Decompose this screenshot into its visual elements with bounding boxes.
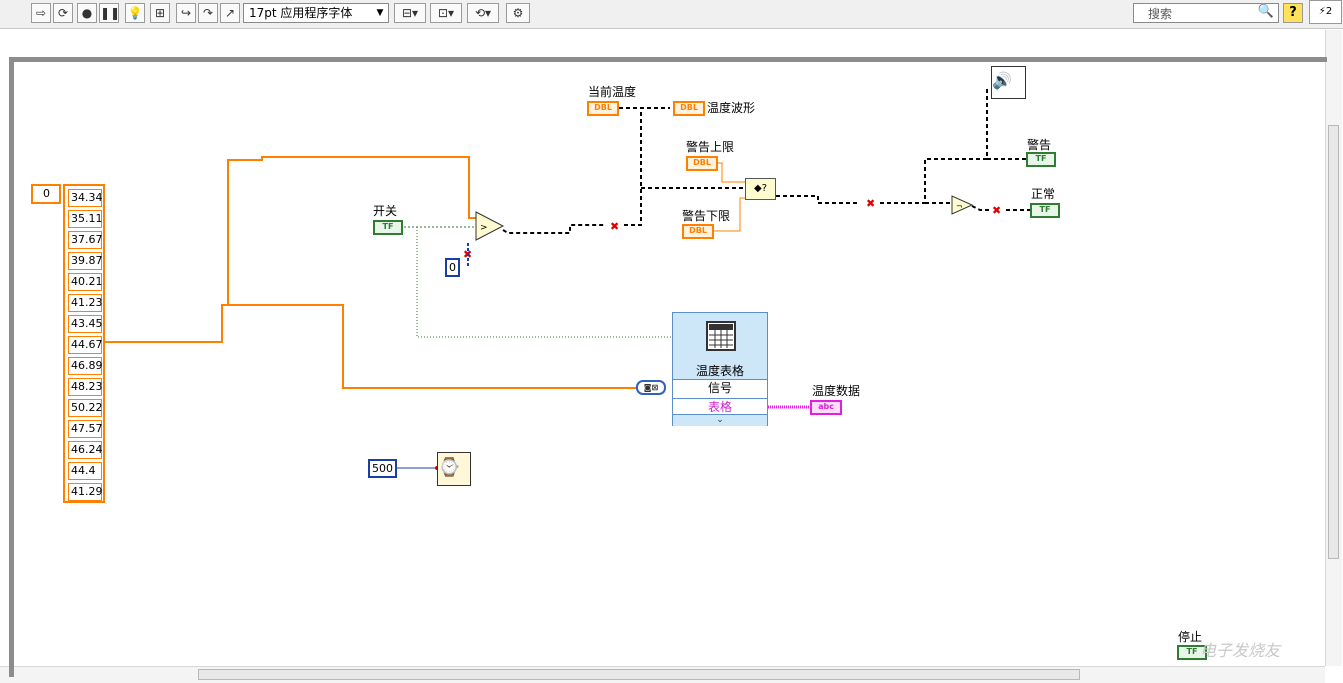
table-vi-title: 温度表格	[695, 364, 744, 378]
zero-constant[interactable]: 0	[445, 258, 460, 277]
array-cell[interactable]: 39.87	[68, 252, 103, 270]
svg-text:✖: ✖	[866, 197, 875, 210]
lower-limit-terminal[interactable]: DBL	[682, 224, 714, 239]
warning-terminal[interactable]: TF	[1026, 152, 1056, 167]
svg-text:✖: ✖	[610, 220, 619, 233]
wires-layer: ✖ ✖ ✖ ✖ > ¬	[105, 89, 1030, 470]
array-cell[interactable]: 35.11	[68, 210, 103, 228]
switch-label: 开关	[373, 204, 398, 218]
error-x-icon: ✖	[992, 204, 1001, 217]
array-cell[interactable]: 34.34	[68, 189, 103, 207]
broken-wire-2	[624, 107, 670, 226]
array-cell[interactable]: 41.29	[68, 483, 103, 501]
array-cell[interactable]: 43.45	[68, 315, 103, 333]
broken-wire-5	[776, 195, 860, 204]
array-cell[interactable]: 48.23	[68, 378, 103, 396]
temp-data-terminal[interactable]: abc	[810, 400, 842, 415]
in-range-icon: ◆?	[754, 183, 767, 194]
vertical-scrollbar[interactable]	[1325, 30, 1342, 666]
upper-limit-label: 警告上限	[686, 140, 735, 154]
array-cell[interactable]: 44.4	[68, 462, 102, 480]
temp-data-label: 温度数据	[812, 384, 861, 398]
speaker-icon: 🔊	[992, 71, 1012, 90]
array-cell[interactable]: 47.57	[68, 420, 103, 438]
normal-terminal[interactable]: TF	[1030, 203, 1060, 218]
array-cell[interactable]: 46.89	[68, 357, 103, 375]
greater-than-icon: >	[480, 223, 488, 233]
array-cell[interactable]: 46.24	[68, 441, 103, 459]
sound-vi-node[interactable]: 🔊	[991, 66, 1026, 99]
normal-label: 正常	[1031, 187, 1056, 201]
warning-label: 警告	[1027, 138, 1052, 152]
array-cell[interactable]: 37.67	[68, 231, 103, 249]
upper-limit-wire	[718, 162, 745, 183]
upper-limit-terminal[interactable]: DBL	[686, 156, 718, 171]
array-wire-branch	[228, 304, 636, 389]
current-temp-terminal[interactable]: DBL	[587, 101, 619, 116]
vertical-scroll-thumb[interactable]	[1328, 125, 1339, 559]
svg-text:✖: ✖	[992, 204, 1001, 217]
watermark: 电子发烧友	[1200, 641, 1281, 660]
array-index-display[interactable]: 0	[31, 184, 61, 204]
temp-waveform-terminal[interactable]: DBL	[673, 101, 705, 116]
clock-icon: ⌚	[438, 457, 461, 478]
array-cell[interactable]: 50.22	[68, 399, 103, 417]
broken-wire-1	[502, 224, 604, 234]
array-cell[interactable]: 44.67	[68, 336, 103, 354]
error-x-icon: ✖	[866, 197, 875, 210]
signal-input-row[interactable]: 信号	[673, 379, 767, 398]
array-cell[interactable]: 40.21	[68, 273, 103, 291]
in-range-node[interactable]: ◆?	[745, 178, 776, 200]
broken-wire-6	[880, 89, 993, 204]
array-constant[interactable]: 34.34 35.11 37.67 39.87 40.21 41.23 43.4…	[63, 184, 105, 503]
dynamic-data-terminal: ◙⊠	[636, 380, 666, 395]
stop-label: 停止	[1178, 630, 1203, 644]
lower-limit-label: 警告下限	[682, 209, 731, 223]
not-gate-icon: ¬	[956, 202, 963, 211]
wait-ms-constant[interactable]: 500	[368, 459, 397, 478]
build-table-express-vi[interactable]: 温度表格 信号 表格 ⌄	[672, 312, 768, 426]
array-cell[interactable]: 41.23	[68, 294, 103, 312]
current-temp-label: 当前温度	[588, 85, 637, 99]
array-wire	[105, 156, 476, 343]
broken-wire-9	[971, 205, 990, 211]
expand-chevron-icon[interactable]: ⌄	[673, 414, 767, 426]
error-x-icon: ✖	[610, 220, 619, 233]
wait-ms-node[interactable]: ⌚	[437, 452, 471, 486]
temp-waveform-label: 温度波形	[707, 101, 756, 115]
table-grid-icon	[706, 321, 736, 351]
switch-wire-branch	[416, 227, 672, 338]
switch-terminal[interactable]: TF	[373, 220, 403, 235]
